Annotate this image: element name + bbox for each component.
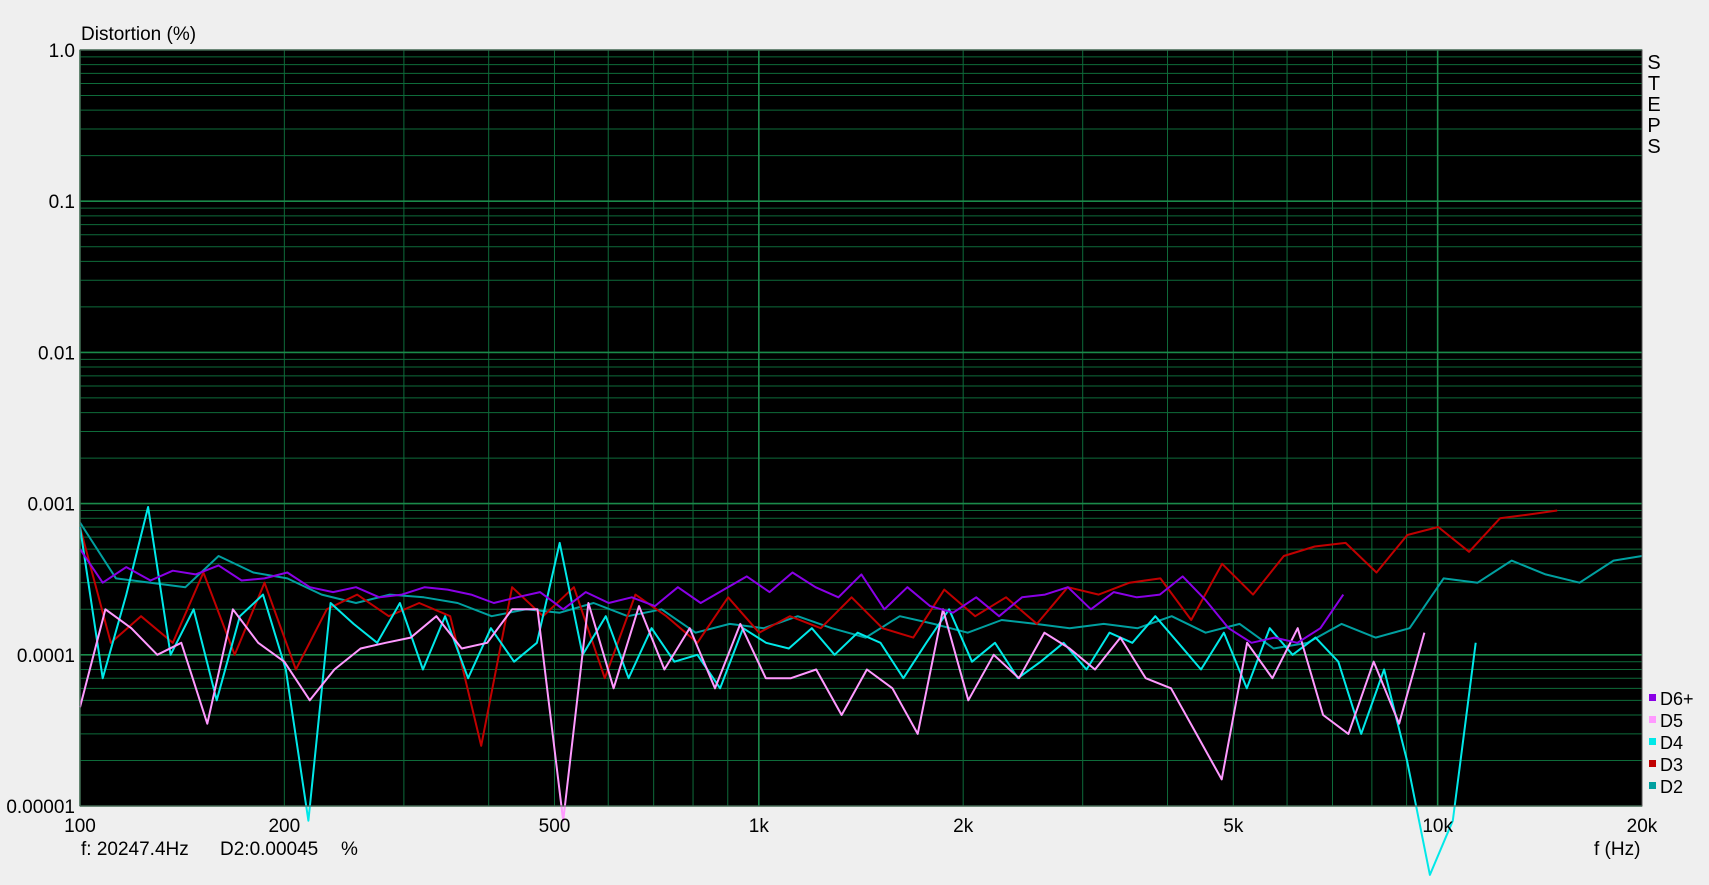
legend: D6+D5D4D3D2 [1649,689,1694,797]
x-tick-label: 1k [749,816,770,837]
steps-letter: S [1647,136,1660,158]
y-tick-labels: 1.0 0.1 0.01 0.001 0.0001 0.00001 [6,41,75,818]
steps-letter: T [1648,73,1660,95]
legend-label: D3 [1660,755,1683,775]
legend-label: D5 [1660,711,1683,731]
distortion-chart: Distortion (%) 100 200 500 1k 2k 5k 10k 20k 1.0… [6,24,1694,876]
y-tick-label: 1.0 [49,41,75,62]
y-tick-label: 0.001 [27,495,75,516]
y-tick-label: 0.0001 [17,646,75,667]
steps-side-label[interactable]: STEPS [1647,52,1660,158]
y-tick-label: 0.1 [49,192,75,213]
legend-swatch [1649,716,1656,723]
legend-swatch [1649,694,1656,701]
x-tick-label: 100 [64,816,96,837]
legend-label: D4 [1660,733,1683,753]
y-axis-title: Distortion (%) [81,24,196,45]
steps-letter: E [1647,94,1660,116]
legend-swatch [1649,782,1656,789]
x-tick-label: 200 [268,816,300,837]
steps-letter: S [1647,52,1660,74]
cursor-frequency-readout: f: 20247.4Hz [81,839,189,860]
x-tick-label: 20k [1627,816,1658,837]
legend-swatch [1649,760,1656,767]
legend-label: D6+ [1660,689,1694,709]
x-tick-label: 500 [539,816,571,837]
cursor-value-readout: D2:0.00045 [220,839,318,860]
x-tick-label: 10k [1422,816,1453,837]
x-tick-label: 5k [1223,816,1244,837]
legend-label: D2 [1660,777,1683,797]
y-tick-label: 0.01 [38,343,75,364]
y-tick-label: 0.00001 [6,797,75,818]
x-tick-label: 2k [953,816,974,837]
cursor-unit-readout: % [341,839,358,860]
x-axis-title: f (Hz) [1594,839,1640,860]
steps-letter: P [1647,115,1660,137]
legend-swatch [1649,738,1656,745]
